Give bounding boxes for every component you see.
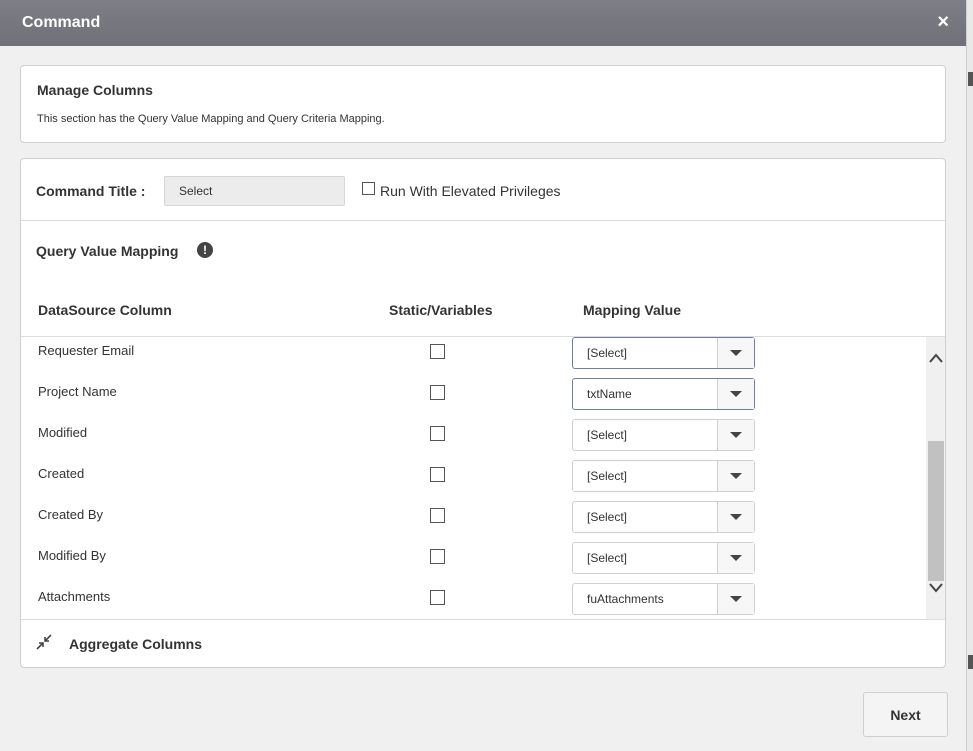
static-variable-checkbox[interactable] bbox=[430, 385, 445, 400]
grid-divider bbox=[21, 619, 945, 620]
collapse-arrows-icon bbox=[36, 634, 52, 650]
dropdown-button[interactable] bbox=[717, 461, 754, 491]
close-icon[interactable]: × bbox=[937, 12, 949, 32]
command-settings-panel: Command Title : Select Run With Elevated… bbox=[20, 158, 946, 668]
mapping-value-text: [Select] bbox=[587, 551, 628, 565]
datasource-column-name: Created bbox=[38, 466, 85, 481]
chevron-down-icon bbox=[730, 514, 742, 520]
manage-columns-description: This section has the Query Value Mapping… bbox=[37, 113, 385, 125]
dropdown-button[interactable] bbox=[717, 379, 754, 409]
mapping-value-text: [Select] bbox=[587, 428, 628, 442]
scroll-thumb[interactable] bbox=[928, 441, 944, 581]
header-datasource-column: DataSource Column bbox=[38, 302, 172, 318]
chevron-down-icon bbox=[730, 596, 742, 602]
dropdown-button[interactable] bbox=[717, 420, 754, 450]
mapping-value-text: txtName bbox=[587, 387, 632, 401]
header-mapping-value: Mapping Value bbox=[583, 302, 682, 318]
command-dialog: Command × Manage Columns This section ha… bbox=[0, 0, 967, 751]
command-title-row: Command Title : Select Run With Elevated… bbox=[21, 159, 945, 221]
chevron-down-icon bbox=[730, 555, 742, 561]
chevron-down-icon bbox=[730, 391, 742, 397]
scroll-down-icon[interactable] bbox=[926, 577, 945, 599]
static-variable-checkbox[interactable] bbox=[430, 344, 445, 359]
mapping-value-text: fuAttachments bbox=[587, 592, 664, 606]
mapping-value-select[interactable]: txtName bbox=[572, 378, 755, 410]
aggregate-columns-label: Aggregate Columns bbox=[69, 636, 203, 652]
elevated-privileges-checkbox[interactable] bbox=[362, 182, 375, 195]
dialog-title: Command bbox=[22, 14, 101, 31]
table-row: Attachments fuAttachments bbox=[21, 583, 925, 619]
datasource-column-name: Attachments bbox=[38, 589, 111, 604]
static-variable-checkbox[interactable] bbox=[430, 426, 445, 441]
edge-mark bbox=[968, 655, 973, 669]
table-row: Requester Email [Select] bbox=[21, 337, 925, 378]
static-variable-checkbox[interactable] bbox=[430, 549, 445, 564]
command-title-label: Command Title : bbox=[36, 183, 146, 199]
static-variable-checkbox[interactable] bbox=[430, 467, 445, 482]
mapping-grid: Requester Email [Select] Project Name tx… bbox=[21, 337, 945, 619]
command-title-input[interactable]: Select bbox=[164, 176, 345, 206]
dialog-titlebar: Command × bbox=[0, 0, 967, 46]
table-row: Modified [Select] bbox=[21, 419, 925, 460]
datasource-column-name: Created By bbox=[38, 507, 104, 522]
datasource-column-name: Requester Email bbox=[38, 343, 135, 358]
datasource-column-name: Modified bbox=[38, 425, 88, 440]
table-row: Modified By [Select] bbox=[21, 542, 925, 583]
chevron-down-icon bbox=[730, 432, 742, 438]
mapping-value-select[interactable]: [Select] bbox=[572, 501, 755, 533]
mapping-value-text: [Select] bbox=[587, 346, 628, 360]
datasource-column-name: Project Name bbox=[38, 384, 117, 399]
background-window-edge bbox=[966, 0, 973, 751]
table-row: Created [Select] bbox=[21, 460, 925, 501]
next-button[interactable]: Next bbox=[863, 692, 948, 737]
mapping-value-select[interactable]: [Select] bbox=[572, 337, 755, 369]
table-row: Project Name txtName bbox=[21, 378, 925, 419]
mapping-value-select[interactable]: [Select] bbox=[572, 419, 755, 451]
manage-columns-panel: Manage Columns This section has the Quer… bbox=[20, 65, 946, 143]
elevated-privileges-label[interactable]: Run With Elevated Privileges bbox=[380, 183, 561, 199]
info-icon[interactable]: ! bbox=[197, 242, 213, 258]
static-variable-checkbox[interactable] bbox=[430, 508, 445, 523]
datasource-column-name: Modified By bbox=[38, 548, 106, 563]
table-row: Created By [Select] bbox=[21, 501, 925, 542]
mapping-value-select[interactable]: [Select] bbox=[572, 542, 755, 574]
chevron-down-icon bbox=[730, 473, 742, 479]
grid-scrollbar[interactable] bbox=[926, 337, 945, 619]
header-static-variables: Static/Variables bbox=[389, 302, 493, 318]
edge-mark bbox=[968, 72, 973, 86]
query-value-mapping-title: Query Value Mapping bbox=[36, 243, 179, 259]
mapping-value-select[interactable]: [Select] bbox=[572, 460, 755, 492]
mapping-value-select[interactable]: fuAttachments bbox=[572, 583, 755, 615]
static-variable-checkbox[interactable] bbox=[430, 590, 445, 605]
manage-columns-heading: Manage Columns bbox=[37, 82, 153, 98]
mapping-value-text: [Select] bbox=[587, 469, 628, 483]
scroll-up-icon[interactable] bbox=[926, 347, 945, 369]
dropdown-button[interactable] bbox=[717, 584, 754, 614]
dropdown-button[interactable] bbox=[717, 543, 754, 573]
dropdown-button[interactable] bbox=[717, 502, 754, 532]
mapping-value-text: [Select] bbox=[587, 510, 628, 524]
dropdown-button[interactable] bbox=[717, 338, 754, 368]
chevron-down-icon bbox=[730, 350, 742, 356]
